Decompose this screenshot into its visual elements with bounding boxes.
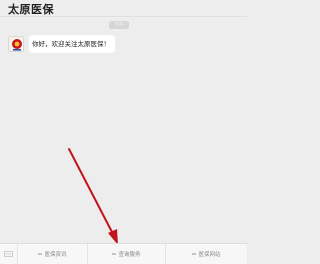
emblem-icon — [9, 37, 23, 51]
welcome-message-bubble: 你好，欢迎关注太原医保！ — [29, 35, 115, 53]
chat-area[interactable]: 下午 你好，欢迎关注太原医保！ — [0, 17, 247, 241]
menu-dot-icon — [38, 253, 43, 255]
menu-dot-icon — [112, 253, 117, 255]
keyboard-toggle[interactable] — [0, 243, 18, 264]
timestamp-chip: 下午 — [109, 21, 129, 29]
menu-item-news[interactable]: 医保资讯 — [18, 243, 88, 264]
menu-item-website[interactable]: 医保网站 — [166, 244, 247, 264]
menu-item-query-service[interactable]: 查询服务 — [88, 243, 166, 264]
title-bar: 太原医保 — [0, 0, 247, 17]
official-account-avatar[interactable] — [8, 36, 24, 52]
menu-item-label: 医保资讯 — [44, 252, 67, 258]
menu-dot-icon — [192, 253, 197, 255]
page-title: 太原医保 — [8, 3, 54, 16]
keyboard-icon — [4, 251, 13, 257]
menu-item-label: 医保网站 — [198, 252, 221, 258]
message-text: 你好，欢迎关注太原医保！ — [32, 40, 110, 48]
menu-item-label: 查询服务 — [118, 252, 141, 258]
bottom-menu-bar: 医保资讯 查询服务 医保网站 — [0, 243, 247, 264]
